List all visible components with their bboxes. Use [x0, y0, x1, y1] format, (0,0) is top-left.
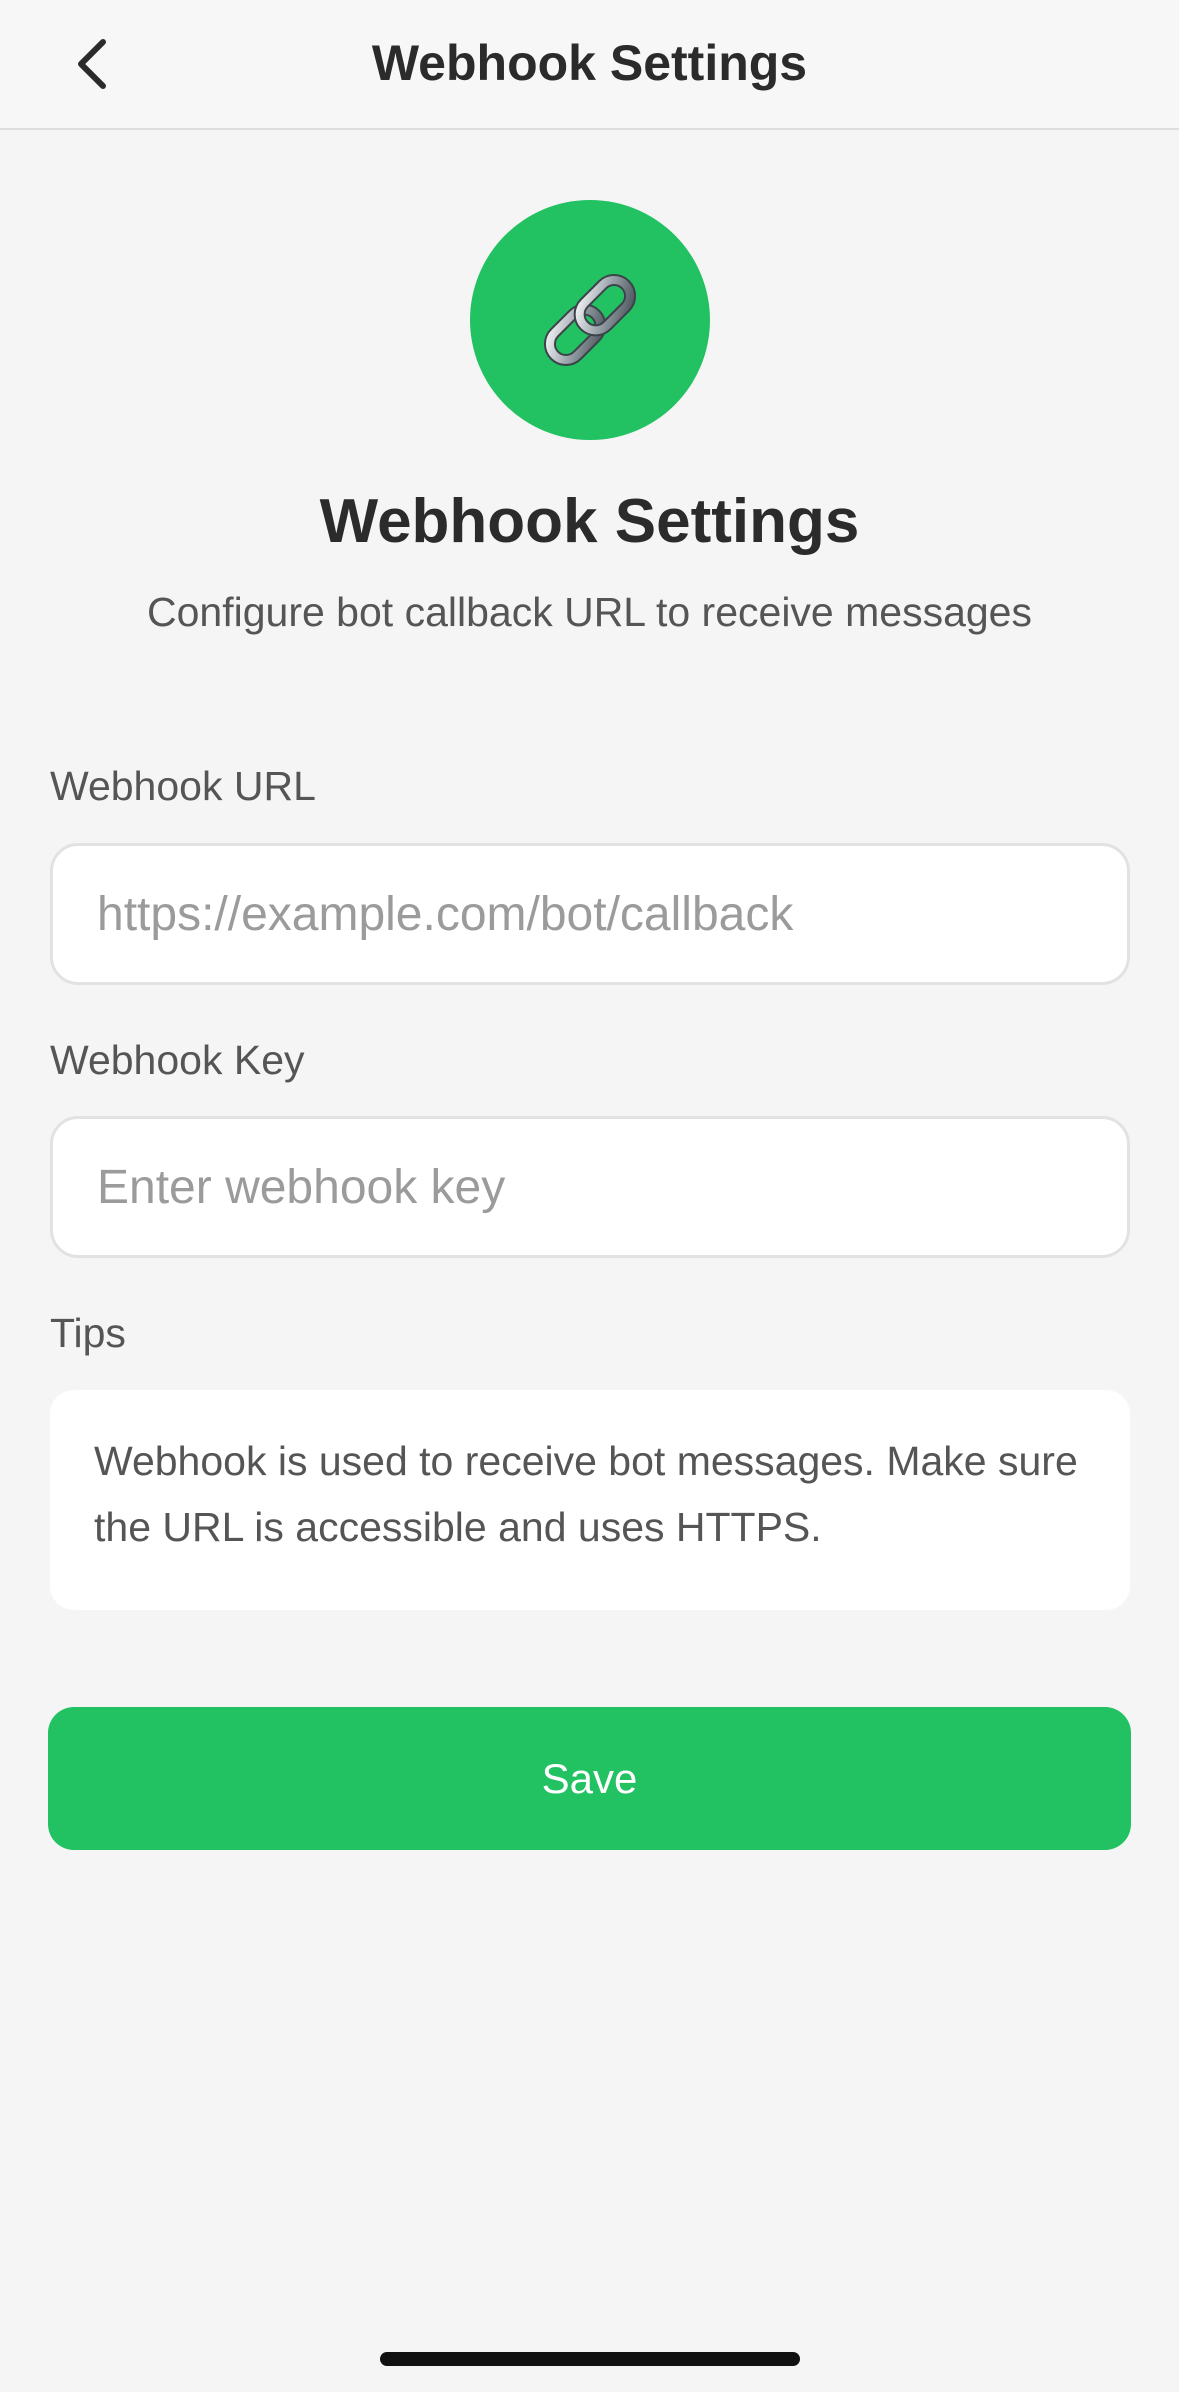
tips-text: Webhook is used to receive bot messages.…: [94, 1438, 1078, 1550]
webhook-url-label: Webhook URL: [50, 763, 316, 809]
webhook-url-input[interactable]: [50, 843, 1130, 985]
nav-title: Webhook Settings: [371, 35, 808, 91]
page-subtitle: Configure bot callback URL to receive me…: [147, 589, 1032, 635]
home-indicator: [380, 2352, 800, 2366]
webhook-hero-badge: [470, 200, 710, 440]
save-button[interactable]: Save: [48, 1707, 1131, 1850]
webhook-key-label: Webhook Key: [50, 1037, 305, 1083]
page-title: Webhook Settings: [319, 487, 860, 556]
tips-label: Tips: [50, 1310, 126, 1356]
webhook-key-input[interactable]: [50, 1116, 1130, 1258]
link-icon: [543, 273, 637, 367]
navigation-bar: Webhook Settings: [0, 0, 1179, 130]
tips-box: Webhook is used to receive bot messages.…: [50, 1390, 1130, 1610]
